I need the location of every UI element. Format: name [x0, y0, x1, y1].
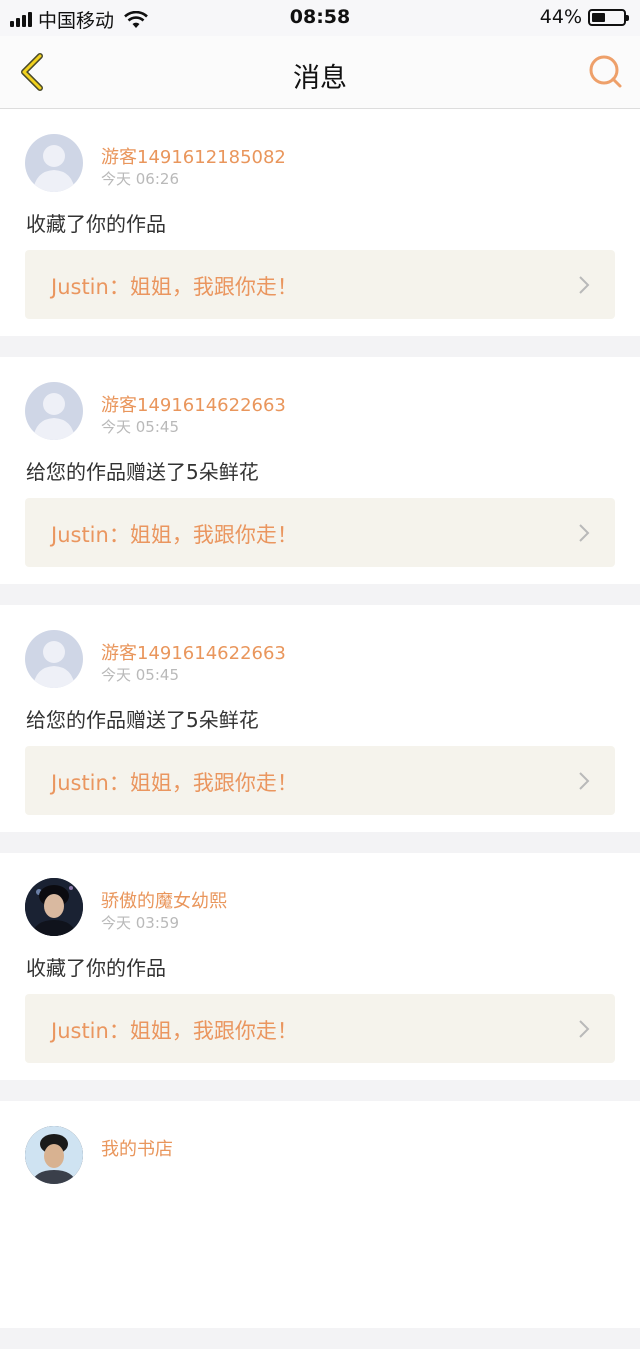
user-name[interactable]: 游客1491612185082	[101, 143, 286, 169]
message-card: 游客1491614622663 今天 05:45 给您的作品赠送了5朵鲜花 Ju…	[0, 605, 640, 832]
chevron-right-icon	[579, 524, 590, 542]
message-action: 给您的作品赠送了5朵鲜花	[26, 460, 259, 484]
user-name[interactable]: 骄傲的魔女幼熙	[101, 887, 227, 913]
quoted-work[interactable]: Justin：姐姐，我跟你走！	[25, 250, 615, 319]
chevron-right-icon	[579, 1020, 590, 1038]
default-avatar-icon	[33, 641, 75, 688]
quoted-work-text: Justin：姐姐，我跟你走！	[51, 523, 298, 547]
quoted-work-text: Justin：姐姐，我跟你走！	[51, 771, 298, 795]
search-icon[interactable]	[586, 52, 626, 92]
chevron-right-icon	[579, 276, 590, 294]
chevron-right-icon	[579, 772, 590, 790]
user-photo-icon	[25, 878, 83, 936]
default-avatar-icon	[33, 145, 75, 192]
quoted-work-text: Justin：姐姐，我跟你走！	[51, 1019, 298, 1043]
message-card: 骄傲的魔女幼熙 今天 03:59 收藏了你的作品 Justin：姐姐，我跟你走！	[0, 853, 640, 1080]
battery-icon	[588, 8, 629, 26]
user-name[interactable]: 游客1491614622663	[101, 391, 286, 417]
quoted-work[interactable]: Justin：姐姐，我跟你走！	[25, 498, 615, 567]
message-action: 收藏了你的作品	[26, 212, 166, 236]
message-action: 给您的作品赠送了5朵鲜花	[26, 708, 259, 732]
quoted-work[interactable]: Justin：姐姐，我跟你走！	[25, 746, 615, 815]
status-bar: 中国移动 08:58 44%	[0, 0, 640, 36]
avatar[interactable]	[25, 382, 83, 440]
message-time: 今天 06:26	[101, 170, 179, 188]
message-time: 今天 03:59	[101, 914, 179, 932]
message-card: 我的书店	[0, 1101, 640, 1328]
avatar[interactable]	[25, 630, 83, 688]
message-action: 收藏了你的作品	[26, 956, 166, 980]
user-photo-icon	[25, 1126, 83, 1184]
user-name[interactable]: 游客1491614622663	[101, 639, 286, 665]
avatar[interactable]	[25, 1126, 83, 1184]
status-right: 44%	[539, 6, 629, 28]
avatar[interactable]	[25, 878, 83, 936]
nav-bar: 消息	[0, 36, 640, 109]
battery-percent: 44%	[539, 6, 582, 28]
message-time: 今天 05:45	[101, 666, 179, 684]
avatar[interactable]	[25, 134, 83, 192]
message-card: 游客1491612185082 今天 06:26 收藏了你的作品 Justin：…	[0, 109, 640, 336]
page-title: 消息	[293, 63, 347, 94]
quoted-work-text: Justin：姐姐，我跟你走！	[51, 275, 298, 299]
quoted-work[interactable]: Justin：姐姐，我跟你走！	[25, 994, 615, 1063]
message-list: 游客1491612185082 今天 06:26 收藏了你的作品 Justin：…	[0, 109, 640, 1349]
default-avatar-icon	[33, 393, 75, 440]
message-time: 今天 05:45	[101, 418, 179, 436]
message-card: 游客1491614622663 今天 05:45 给您的作品赠送了5朵鲜花 Ju…	[0, 357, 640, 584]
